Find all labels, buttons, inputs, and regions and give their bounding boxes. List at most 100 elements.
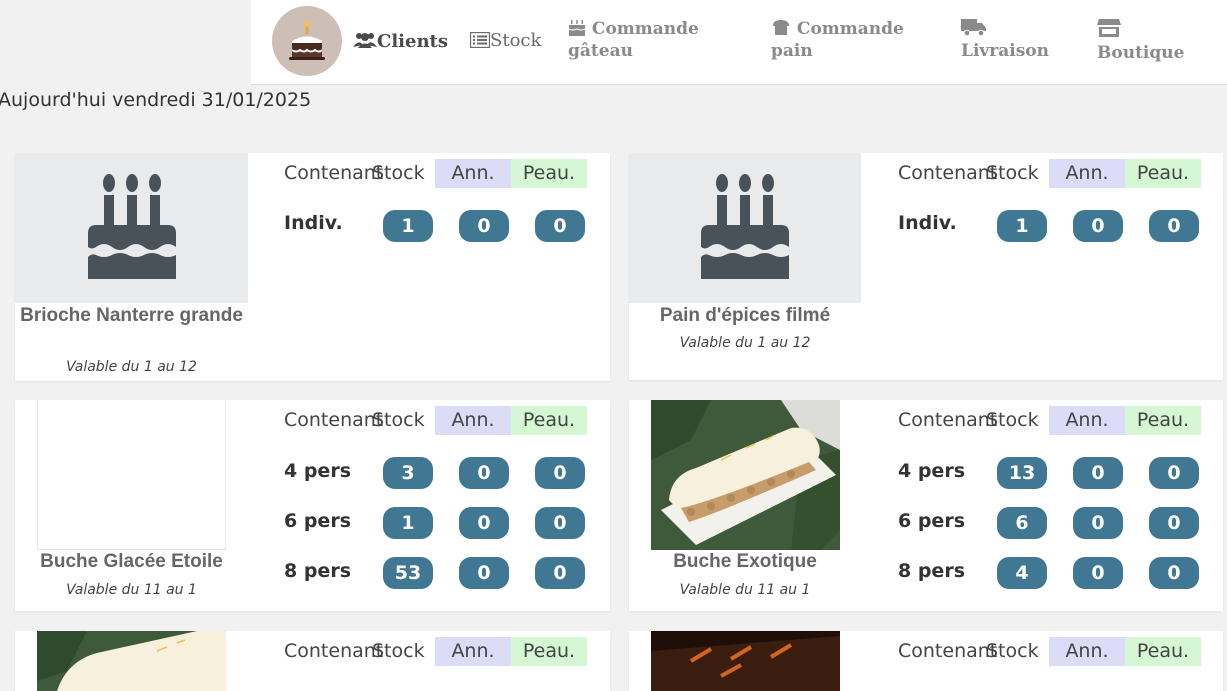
product-card: Buche Exotique Valable du 11 au 1 Conten… bbox=[629, 400, 1223, 611]
nav-commande-pain[interactable]: Commande pain bbox=[771, 18, 931, 61]
row-label: 8 pers bbox=[898, 560, 966, 582]
header-peau: Peau. bbox=[1125, 159, 1201, 188]
product-photo bbox=[651, 631, 840, 691]
ann-pill[interactable]: 0 bbox=[459, 557, 509, 589]
header-ann: Ann. bbox=[1049, 159, 1125, 188]
product-card: Contenant Stock Ann. Peau. bbox=[629, 631, 1223, 691]
product-validity: Valable du 11 au 1 bbox=[679, 582, 811, 598]
header-stock: Stock bbox=[372, 162, 425, 184]
nav-stock-label: Stock bbox=[490, 30, 542, 51]
header-peau: Peau. bbox=[1125, 637, 1201, 666]
header-stock: Stock bbox=[372, 640, 425, 662]
nav-boutique[interactable]: Boutique bbox=[1097, 18, 1184, 63]
product-name: Pain d'épices filmé bbox=[659, 305, 831, 326]
row-label: Indiv. bbox=[284, 212, 343, 234]
nav-clients[interactable]: Clients bbox=[353, 31, 448, 54]
product-validity: Valable du 1 au 12 bbox=[66, 359, 197, 375]
header-contenant: Contenant bbox=[284, 640, 384, 662]
product-card: Brioche Nanterre grande Valable du 1 au … bbox=[15, 153, 610, 381]
ann-pill[interactable]: 0 bbox=[1073, 457, 1123, 489]
header-peau: Peau. bbox=[1125, 406, 1201, 435]
buche-photo bbox=[37, 631, 226, 691]
top-navbar: Clients Stock Commande gâteau Commande p… bbox=[251, 0, 1227, 85]
peau-pill[interactable]: 0 bbox=[1149, 457, 1199, 489]
nav-commande-pain-line2: pain bbox=[771, 41, 813, 61]
buche-exotique-photo bbox=[651, 400, 840, 550]
nav-stock[interactable]: Stock bbox=[469, 30, 542, 53]
header-ann: Ann. bbox=[435, 406, 511, 435]
row-label: 8 pers bbox=[284, 560, 352, 582]
header-contenant: Contenant bbox=[898, 640, 998, 662]
row-label: 6 pers bbox=[898, 510, 966, 532]
product-image bbox=[37, 400, 226, 550]
product-image bbox=[15, 153, 248, 303]
header-ann: Ann. bbox=[435, 637, 511, 666]
cake-placeholder-icon bbox=[701, 174, 789, 279]
header-stock: Stock bbox=[372, 409, 425, 431]
product-image bbox=[629, 153, 861, 303]
header-peau: Peau. bbox=[511, 637, 587, 666]
product-photo bbox=[651, 400, 840, 550]
stock-pill[interactable]: 1 bbox=[383, 507, 433, 539]
users-icon bbox=[353, 31, 377, 54]
nav-commande-gateau-line1: Commande bbox=[591, 19, 699, 39]
chocolate-buche-photo bbox=[651, 631, 840, 691]
truck-icon bbox=[961, 18, 987, 41]
header-stock: Stock bbox=[986, 162, 1039, 184]
ann-pill[interactable]: 0 bbox=[459, 457, 509, 489]
nav-livraison-label: Livraison bbox=[961, 41, 1049, 61]
list-icon bbox=[469, 31, 491, 53]
stock-pill[interactable]: 4 bbox=[997, 557, 1047, 589]
row-label: 6 pers bbox=[284, 510, 352, 532]
nav-livraison[interactable]: Livraison bbox=[961, 18, 1049, 61]
peau-pill[interactable]: 0 bbox=[1149, 557, 1199, 589]
ann-pill[interactable]: 0 bbox=[459, 210, 509, 242]
birthday-cake-icon bbox=[568, 18, 586, 41]
header-stock: Stock bbox=[986, 409, 1039, 431]
cake-logo-icon[interactable] bbox=[272, 6, 342, 76]
nav-boutique-label: Boutique bbox=[1097, 43, 1185, 63]
header-ann: Ann. bbox=[435, 159, 511, 188]
product-card: Pain d'épices filmé Valable du 1 au 12 C… bbox=[629, 153, 1223, 380]
peau-pill[interactable]: 0 bbox=[535, 507, 585, 539]
nav-clients-label: Clients bbox=[377, 31, 448, 52]
product-name: Buche Exotique bbox=[673, 551, 817, 572]
header-contenant: Contenant bbox=[284, 162, 384, 184]
header-peau: Peau. bbox=[511, 159, 587, 188]
row-label: Indiv. bbox=[898, 212, 957, 234]
stock-pill[interactable]: 13 bbox=[997, 457, 1047, 489]
product-card: Contenant Stock Ann. Peau. bbox=[15, 631, 610, 691]
nav-commande-pain-line1: Commande bbox=[796, 19, 904, 39]
header-ann: Ann. bbox=[1049, 406, 1125, 435]
nav-commande-gateau[interactable]: Commande gâteau bbox=[568, 18, 718, 61]
peau-pill[interactable]: 0 bbox=[1149, 210, 1199, 242]
stock-pill[interactable]: 6 bbox=[997, 507, 1047, 539]
stock-pill[interactable]: 1 bbox=[383, 210, 433, 242]
peau-pill[interactable]: 0 bbox=[1149, 507, 1199, 539]
product-validity: Valable du 11 au 1 bbox=[66, 582, 197, 598]
stock-pill[interactable]: 3 bbox=[383, 457, 433, 489]
stock-pill[interactable]: 1 bbox=[997, 210, 1047, 242]
stock-pill[interactable]: 53 bbox=[383, 557, 433, 589]
ann-pill[interactable]: 0 bbox=[1073, 557, 1123, 589]
header-contenant: Contenant bbox=[284, 409, 384, 431]
today-date: Aujourd'hui vendredi 31/01/2025 bbox=[0, 89, 312, 111]
product-photo bbox=[37, 631, 226, 691]
ann-pill[interactable]: 0 bbox=[1073, 210, 1123, 242]
ann-pill[interactable]: 0 bbox=[459, 507, 509, 539]
store-icon bbox=[1097, 18, 1121, 43]
header-contenant: Contenant bbox=[898, 409, 998, 431]
product-card: Buche Glacée Etoile Valable du 11 au 1 C… bbox=[15, 400, 610, 611]
ann-pill[interactable]: 0 bbox=[1073, 507, 1123, 539]
peau-pill[interactable]: 0 bbox=[535, 557, 585, 589]
bread-icon bbox=[771, 18, 791, 41]
row-label: 4 pers bbox=[284, 460, 352, 482]
product-validity: Valable du 1 au 12 bbox=[679, 335, 811, 351]
product-name: Buche Glacée Etoile bbox=[40, 551, 223, 572]
peau-pill[interactable]: 0 bbox=[535, 457, 585, 489]
product-name: Brioche Nanterre grande bbox=[20, 305, 243, 326]
peau-pill[interactable]: 0 bbox=[535, 210, 585, 242]
header-stock: Stock bbox=[986, 640, 1039, 662]
cake-placeholder-icon bbox=[87, 174, 176, 279]
header-peau: Peau. bbox=[511, 406, 587, 435]
